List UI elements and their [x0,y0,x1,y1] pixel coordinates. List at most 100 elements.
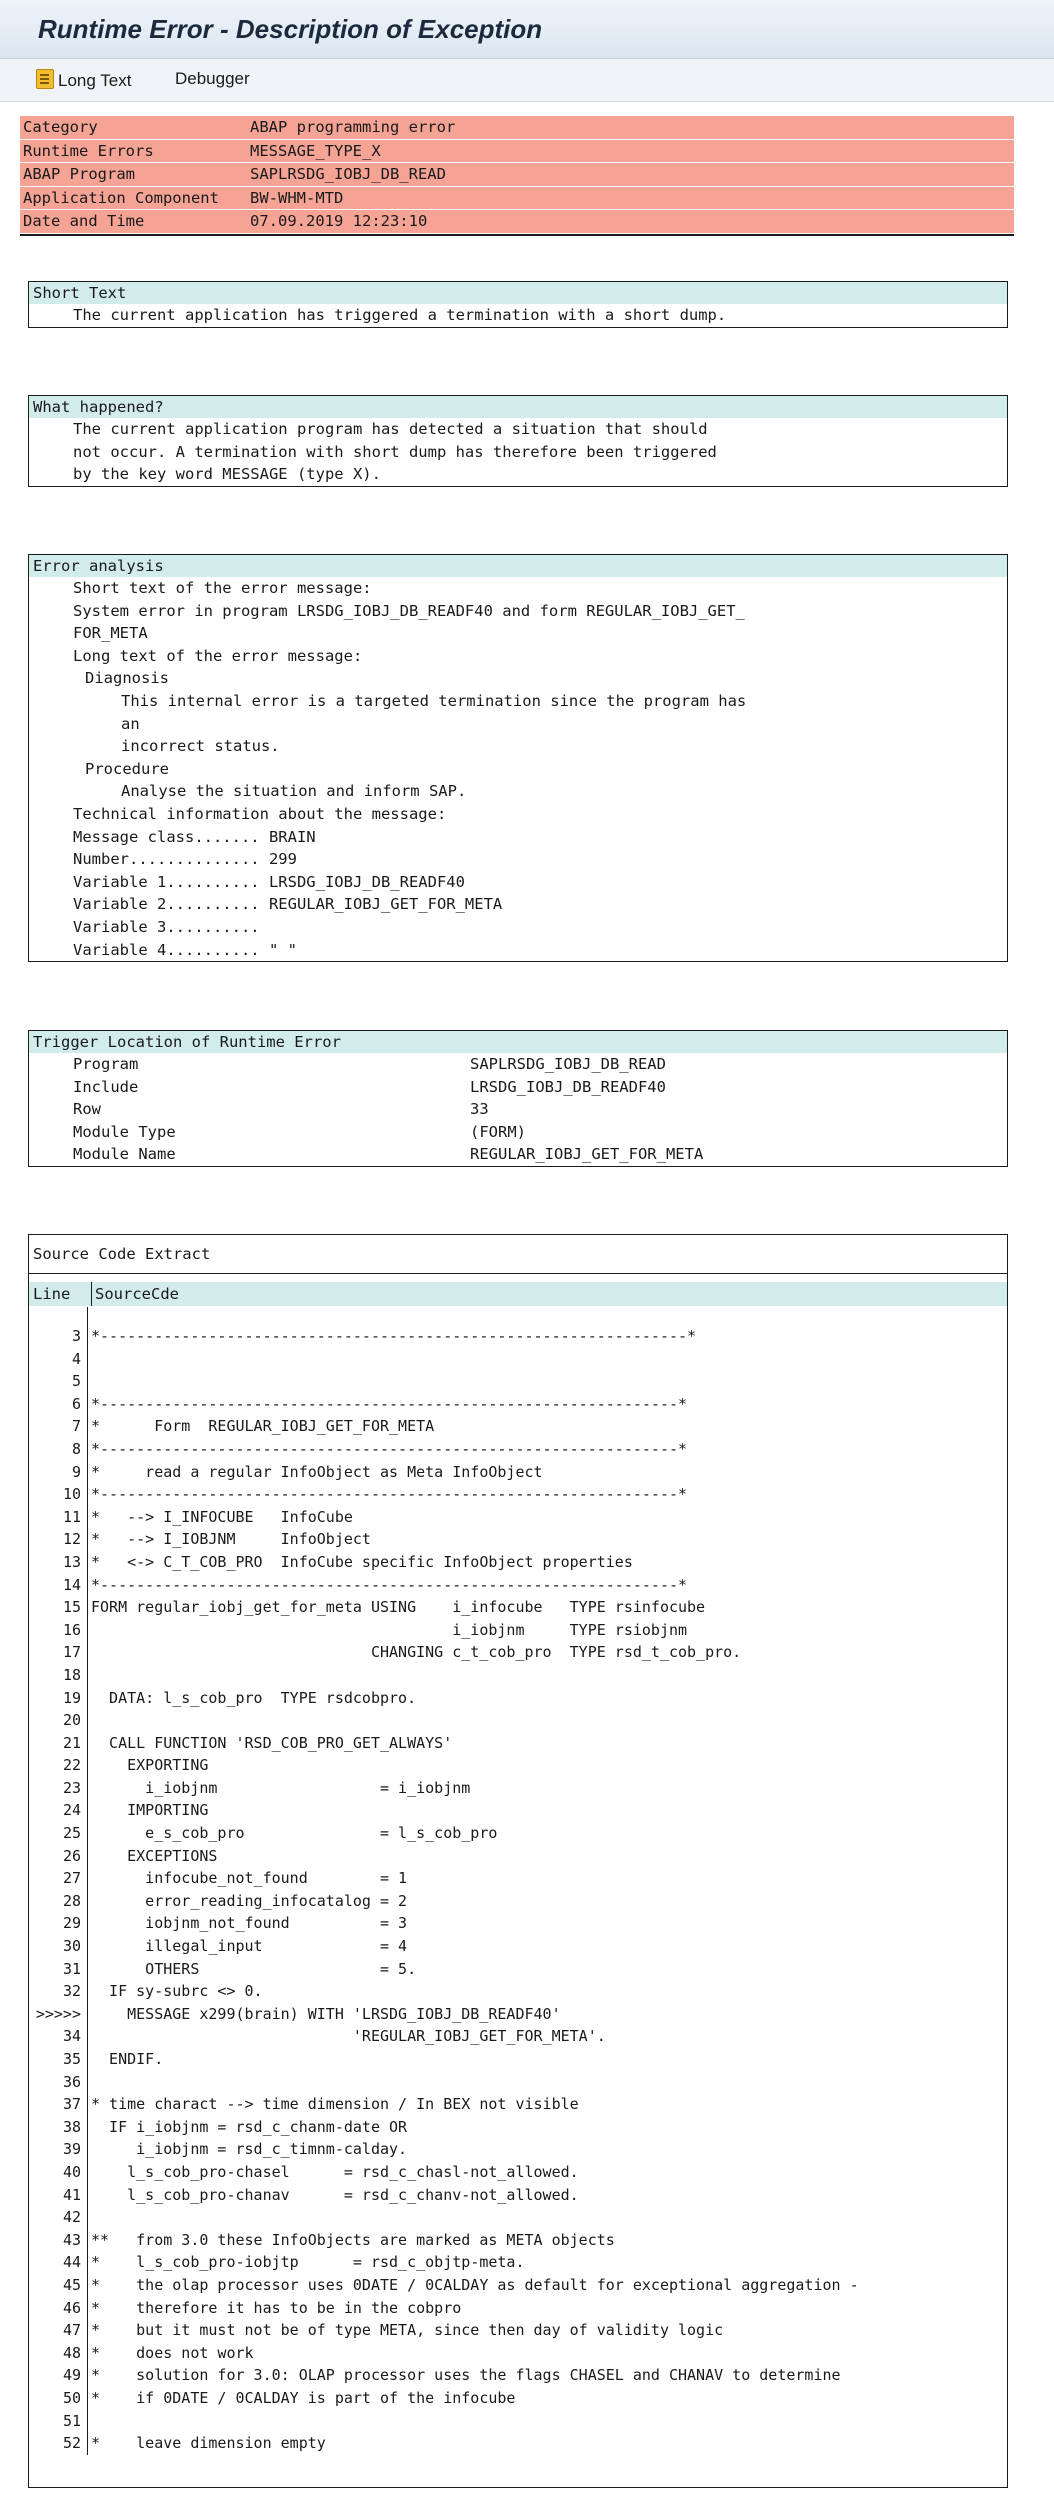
toolbar: Long Text Debugger [0,59,1054,102]
line-number: 7 [71,1417,81,1436]
line-number: 18 [62,1665,81,1684]
source-code-body: 3 *--------------------------------------… [29,1325,1007,2455]
code-text: infocube_not_found = 1 [91,1869,408,1888]
trigger-key: Include [73,1077,139,1096]
text-line: incorrect status. [121,737,280,756]
text-line: Variable 2.......... REGULAR_IOBJ_GET_FO… [73,895,503,914]
line-number: 46 [62,2298,81,2317]
code-text: i_iobjnm TYPE rsiobjnm [91,1620,688,1639]
error-analysis-heading: Error analysis [29,555,1007,577]
line-number: 28 [62,1891,81,1910]
line-number: 32 [62,1982,81,2001]
code-line: 37 * time charact --> time dimension / In… [29,2093,1007,2116]
code-text: * l_s_cob_pro-iobjtp = rsd_c_objtp-meta. [91,2253,525,2272]
code-line: 22 EXPORTING [29,1754,1007,1777]
code-line: 29 iobjnm_not_found = 3 [29,1912,1007,1935]
code-text: *---------------------------------------… [91,1327,697,1345]
short-text-section: Short Text The current application has t… [28,281,1008,328]
code-line: 12 * --> I_IOBJNM InfoObject [29,1528,1007,1551]
code-text: EXPORTING [91,1756,209,1775]
code-line: 31 OTHERS = 5. [29,1958,1007,1981]
source-column-label: SourceCde [91,1282,179,1306]
line-number: 41 [62,2185,81,2204]
line-number: 37 [62,2095,81,2114]
header-value: BW-WHM-MTD [250,188,344,207]
line-number: 25 [62,1824,81,1843]
line-number: 42 [62,2208,81,2227]
code-line: 38 IF i_iobjnm = rsd_c_chanm-date OR [29,2116,1007,2139]
code-line: 46 * therefore it has to be in the cobpro [29,2297,1007,2320]
code-line: 43 ** from 3.0 these InfoObjects are mark… [29,2229,1007,2252]
line-number: 30 [62,1937,81,1956]
code-text: OTHERS = 5. [91,1959,417,1978]
header-value: 07.09.2019 12:23:10 [250,212,428,231]
line-number: 22 [62,1756,81,1775]
code-line: 45 * the olap processor uses 0DATE / 0CAL… [29,2274,1007,2297]
header-key: Date and Time [23,212,145,231]
code-line: 21 CALL FUNCTION 'RSD_COB_PRO_GET_ALWAYS… [29,1732,1007,1755]
line-number: 17 [62,1643,81,1662]
header-row: Application Component BW-WHM-MTD [20,186,1014,211]
trigger-row: Row 33 [29,1098,1007,1121]
text-line: Variable 1.......... LRSDG_IOBJ_DB_READF… [73,872,465,891]
text-line: System error in program LRSDG_IOBJ_DB_RE… [73,601,745,620]
window-title: Runtime Error - Description of Exception [38,14,543,44]
code-text: * does not work [91,2343,254,2362]
code-text: iobjnm_not_found = 3 [91,1914,408,1933]
code-text: EXCEPTIONS [91,1846,218,1865]
line-number: 21 [62,1733,81,1752]
code-line: 35 ENDIF. [29,2048,1007,2071]
line-number: 9 [71,1462,81,1481]
header-value: MESSAGE_TYPE_X [250,141,381,160]
text-line: Number.............. 299 [73,850,297,869]
text-line: by the key word MESSAGE (type X). [73,465,381,484]
debugger-button[interactable]: Debugger [175,69,250,89]
text-line: FOR_META [73,624,148,643]
header-key: ABAP Program [23,165,135,184]
long-text-button[interactable]: Long Text [36,69,131,91]
header-row: Date and Time 07.09.2019 12:23:10 [20,210,1014,234]
code-text: illegal_input = 4 [91,1937,408,1956]
code-line: 39 i_iobjnm = rsd_c_timnm-calday. [29,2138,1007,2161]
code-text: CHANGING c_t_cob_pro TYPE rsd_t_cob_pro. [91,1643,742,1662]
code-text: *---------------------------------------… [91,1575,688,1594]
text-line: an [121,714,140,733]
code-line: 32 IF sy-subrc <> 0. [29,1980,1007,2003]
code-text: * the olap processor uses 0DATE / 0CALDA… [91,2275,859,2294]
line-number: 27 [62,1869,81,1888]
code-text: l_s_cob_pro-chasel = rsd_c_chasl-not_all… [91,2162,579,2181]
code-line: 20 [29,1709,1007,1732]
trigger-key: Program [73,1055,139,1073]
code-line: 34 'REGULAR_IOBJ_GET_FOR_META'. [29,2025,1007,2048]
code-text: 'REGULAR_IOBJ_GET_FOR_META'. [91,2027,606,2046]
code-text: l_s_cob_pro-chanav = rsd_c_chanv-not_all… [91,2185,579,2204]
text-line: Variable 4.......... " " [73,940,297,959]
code-line: 44 * l_s_cob_pro-iobjtp = rsd_c_objtp-met… [29,2251,1007,2274]
code-line: 25 e_s_cob_pro = l_s_cob_pro [29,1822,1007,1845]
code-line: 17 CHANGING c_t_cob_pro TYPE rsd_t_cob_p… [29,1641,1007,1664]
line-number: 6 [71,1394,81,1413]
code-text: *---------------------------------------… [91,1439,688,1458]
source-code-heading: Source Code Extract [29,1235,1007,1274]
code-line: 27 infocube_not_found = 1 [29,1867,1007,1890]
code-line: 11 * --> I_INFOCUBE InfoCube [29,1506,1007,1529]
code-line: 14 *-------------------------------------… [29,1574,1007,1597]
trigger-key: Module Name [73,1145,176,1164]
line-number: 12 [62,1530,81,1549]
code-text: * Form REGULAR_IOBJ_GET_FOR_META [91,1417,435,1436]
trigger-value: REGULAR_IOBJ_GET_FOR_META [470,1145,704,1164]
code-line: 8 *--------------------------------------… [29,1438,1007,1461]
code-line: 40 l_s_cob_pro-chasel = rsd_c_chasl-not_… [29,2161,1007,2184]
line-number: 23 [62,1778,81,1797]
code-line: 7 * Form REGULAR_IOBJ_GET_FOR_META [29,1415,1007,1438]
code-line: 5 [29,1370,1007,1393]
text-line: Technical information about the message: [73,804,447,823]
line-number: 35 [62,2050,81,2068]
code-line: 42 [29,2206,1007,2229]
code-line: 50 * if 0DATE / 0CALDAY is part of the in… [29,2387,1007,2410]
code-line: 26 EXCEPTIONS [29,1845,1007,1868]
trigger-key: Module Type [73,1122,176,1141]
header-key: Category [23,118,98,136]
text-line: Message class....... BRAIN [73,827,316,846]
what-happened-heading: What happened? [29,396,1007,418]
